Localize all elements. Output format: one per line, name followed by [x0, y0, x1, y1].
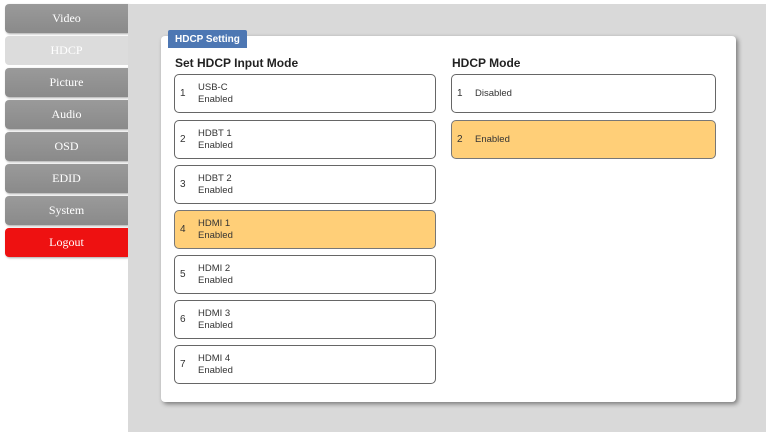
input-option-6[interactable]: 6 HDMI 3 Enabled	[174, 300, 436, 339]
nav-edid[interactable]: EDID	[5, 164, 128, 193]
option-number: 4	[180, 224, 186, 235]
option-label: Disabled	[475, 88, 512, 99]
option-name: HDMI 2	[198, 262, 231, 274]
nav-hdcp[interactable]: HDCP	[5, 36, 128, 65]
option-status: Enabled	[198, 274, 233, 286]
main-area: Set HDCP Input Mode HDCP Mode 1 USB-C Ena…	[128, 4, 766, 432]
option-number: 3	[180, 179, 186, 190]
panel-tab-hdcp-setting: HDCP Setting	[168, 30, 247, 48]
input-option-2[interactable]: 2 HDBT 1 Enabled	[174, 120, 436, 159]
option-status: Enabled	[198, 229, 233, 241]
option-status: Enabled	[198, 364, 233, 376]
input-option-5[interactable]: 5 HDMI 2 Enabled	[174, 255, 436, 294]
option-number: 1	[457, 88, 463, 99]
nav-video[interactable]: Video	[5, 4, 128, 33]
hdcp-mode-option-2[interactable]: 2 Enabled	[451, 120, 716, 159]
option-status: Enabled	[198, 184, 233, 196]
option-name: HDBT 1	[198, 127, 232, 139]
option-name: HDMI 3	[198, 307, 231, 319]
nav-osd[interactable]: OSD	[5, 132, 128, 161]
option-number: 1	[180, 88, 186, 99]
nav-picture[interactable]: Picture	[5, 68, 128, 97]
hdcp-mode-heading: HDCP Mode	[452, 56, 521, 70]
input-option-3[interactable]: 3 HDBT 2 Enabled	[174, 165, 436, 204]
option-number: 5	[180, 269, 186, 280]
option-name: USB-C	[198, 81, 228, 93]
option-status: Enabled	[198, 93, 233, 105]
option-status: Enabled	[198, 139, 233, 151]
option-number: 7	[180, 359, 186, 370]
option-label: Enabled	[475, 134, 510, 145]
option-name: HDMI 1	[198, 217, 231, 229]
input-option-4[interactable]: 4 HDMI 1 Enabled	[174, 210, 436, 249]
input-mode-heading: Set HDCP Input Mode	[175, 56, 299, 70]
nav-audio[interactable]: Audio	[5, 100, 128, 129]
input-option-1[interactable]: 1 USB-C Enabled	[174, 74, 436, 113]
nav-system[interactable]: System	[5, 196, 128, 225]
option-number: 2	[180, 134, 186, 145]
option-number: 6	[180, 314, 186, 325]
hdcp-mode-option-1[interactable]: 1 Disabled	[451, 74, 716, 113]
option-status: Enabled	[198, 319, 233, 331]
option-name: HDBT 2	[198, 172, 232, 184]
hdcp-settings-panel: Set HDCP Input Mode HDCP Mode 1 USB-C Ena…	[161, 36, 736, 402]
input-option-7[interactable]: 7 HDMI 4 Enabled	[174, 345, 436, 384]
sidebar: Video HDCP Picture Audio OSD EDID System…	[5, 4, 128, 260]
option-number: 2	[457, 134, 463, 145]
option-name: HDMI 4	[198, 352, 231, 364]
logout-button[interactable]: Logout	[5, 228, 128, 257]
